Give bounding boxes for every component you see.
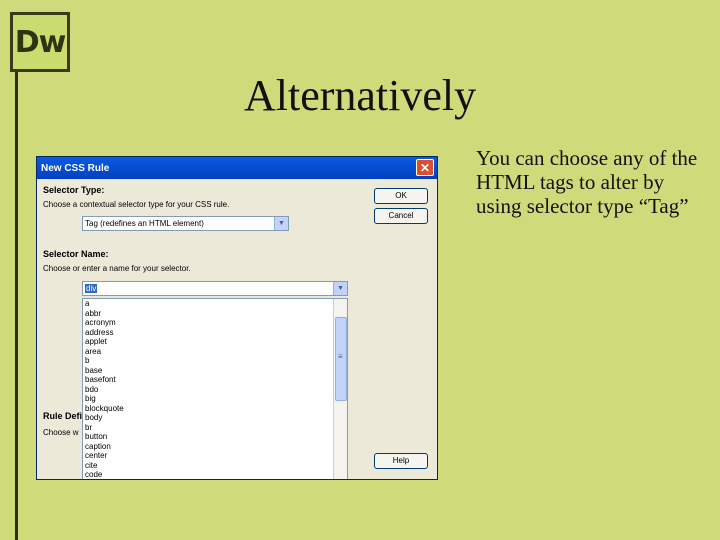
tag-option[interactable]: code [83,470,347,479]
rule-definition-label: Rule Defi [43,411,83,421]
tag-option[interactable]: big [83,394,347,404]
tag-option[interactable]: blockquote [83,404,347,414]
tag-option[interactable]: bdo [83,385,347,395]
logo-text: Dw [14,24,67,60]
vertical-rule [15,72,18,540]
selector-type-help: Choose a contextual selector type for yo… [43,200,230,209]
selector-type-select[interactable]: Tag (redefines an HTML element) ▼ [82,216,289,231]
help-button[interactable]: Help [374,453,428,469]
tag-option[interactable]: applet [83,337,347,347]
chevron-down-icon[interactable]: ▼ [274,217,288,230]
dialog-titlebar: New CSS Rule ✕ [37,157,437,179]
dreamweaver-logo: Dw [10,12,70,72]
tag-dropdown-list[interactable]: a abbr acronym address applet area b base basefo… [82,298,348,479]
tag-option[interactable]: area [83,347,347,357]
close-icon[interactable]: ✕ [416,159,434,176]
tag-option[interactable]: basefont [83,375,347,385]
selector-name-help: Choose or enter a name for your selector… [43,264,191,273]
selector-type-value: Tag (redefines an HTML element) [85,219,204,228]
list-scrollbar[interactable] [333,299,347,479]
tag-option[interactable]: b [83,356,347,366]
rule-definition-help: Choose w [43,428,79,437]
tag-option[interactable]: br [83,423,347,433]
cancel-button[interactable]: Cancel [374,208,428,224]
tag-option[interactable]: body [83,413,347,423]
tag-option[interactable]: acronym [83,318,347,328]
ok-button[interactable]: OK [374,188,428,204]
tag-list-items: a abbr acronym address applet area b base basefo… [83,299,347,479]
tag-option[interactable]: caption [83,442,347,452]
new-css-rule-dialog: New CSS Rule ✕ Selector Type: Choose a c… [36,156,438,480]
selector-name-value: div [85,284,98,293]
slide-body-text: You can choose any of the HTML tags to a… [476,146,698,218]
tag-option[interactable]: abbr [83,309,347,319]
selector-type-label: Selector Type: [43,185,105,195]
tag-option[interactable]: a [83,299,347,309]
tag-option[interactable]: base [83,366,347,376]
tag-option[interactable]: center [83,451,347,461]
tag-option[interactable]: button [83,432,347,442]
chevron-down-icon[interactable]: ▼ [333,282,347,295]
tag-option[interactable]: cite [83,461,347,471]
scrollbar-thumb[interactable] [335,317,347,401]
selector-name-label: Selector Name: [43,249,109,259]
dialog-title: New CSS Rule [41,162,110,174]
tag-option[interactable]: address [83,328,347,338]
slide-title: Alternatively [244,71,477,120]
selector-name-input[interactable]: div ▼ [82,281,348,296]
